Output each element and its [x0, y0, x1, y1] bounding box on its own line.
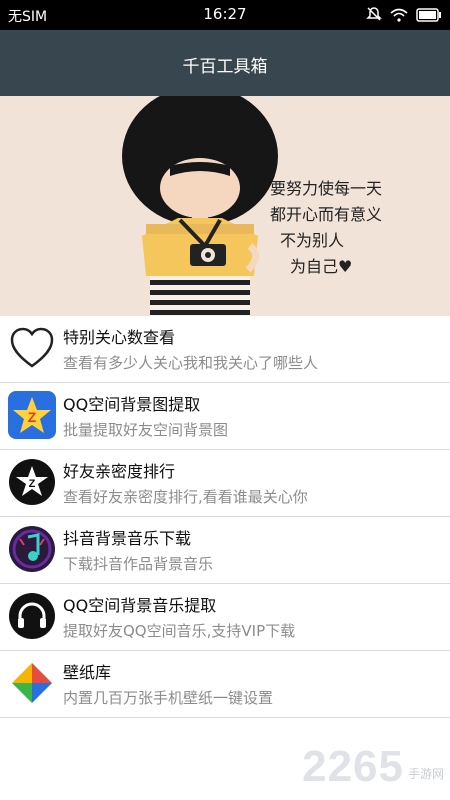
page-title: 千百工具箱	[182, 57, 268, 77]
banner-image[interactable]: 要努力使每一天 都开心而有意义 不为别人 为自己♥	[0, 96, 450, 316]
banner-line: 不为别人	[280, 231, 345, 250]
headphones-icon	[8, 592, 56, 640]
app-bar: 千百工具箱	[0, 30, 450, 96]
list-item-qzone-music[interactable]: QQ空间背景音乐提取 提取好友QQ空间音乐,支持VIP下载	[0, 584, 450, 651]
heart-outline-icon	[8, 324, 56, 372]
list-item-special-care[interactable]: 特别关心数查看 查看有多少人关心我和我关心了哪些人	[0, 316, 450, 383]
mute-icon	[366, 6, 382, 26]
list-item-title: QQ空间背景图提取	[63, 395, 201, 414]
list-item-subtitle: 提取好友QQ空间音乐,支持VIP下载	[63, 622, 296, 640]
status-icons	[366, 6, 442, 26]
list-item-title: 壁纸库	[63, 663, 112, 682]
list-item-wallpaper-library[interactable]: 壁纸库 内置几百万张手机壁纸一键设置	[0, 651, 450, 718]
watermark-number: 2265	[302, 742, 404, 791]
music-note-icon	[8, 525, 56, 573]
list-item-subtitle: 内置几百万张手机壁纸一键设置	[63, 689, 274, 707]
svg-text:Z: Z	[28, 409, 37, 425]
site-watermark: 2265 手游网	[302, 742, 444, 792]
watermark-text: 手游网	[407, 767, 444, 781]
girl-illustration	[0, 96, 450, 316]
battery-icon	[416, 7, 442, 26]
list-item-intimacy-ranking[interactable]: Z 好友亲密度排行 查看好友亲密度排行,看看谁最关心你	[0, 450, 450, 517]
wifi-icon	[390, 7, 408, 26]
banner-text: 要努力使每一天 都开心而有意义 不为别人 为自己♥	[270, 176, 382, 280]
friends-star-icon: Z	[8, 458, 56, 506]
qzone-star-icon: Z	[8, 391, 56, 439]
list-item-title: 抖音背景音乐下载	[63, 529, 192, 548]
status-bar: 无SIM 16:27	[0, 0, 450, 30]
list-item-qzone-background[interactable]: Z QQ空间背景图提取 批量提取好友空间背景图	[0, 383, 450, 450]
list-item-title: QQ空间背景音乐提取	[63, 596, 217, 615]
list-item-douyin-music[interactable]: 抖音背景音乐下载 下载抖音作品背景音乐	[0, 517, 450, 584]
list-item-subtitle: 批量提取好友空间背景图	[63, 421, 229, 439]
wallpaper-icon	[8, 659, 56, 707]
banner-line: 为自己♥	[290, 257, 353, 276]
list-item-title: 特别关心数查看	[63, 328, 176, 347]
banner-line: 都开心而有意义	[270, 205, 383, 224]
banner-line: 要努力使每一天	[270, 179, 383, 198]
list-item-subtitle: 下载抖音作品背景音乐	[63, 555, 214, 573]
list-item-subtitle: 查看好友亲密度排行,看看谁最关心你	[63, 488, 308, 506]
svg-text:Z: Z	[29, 478, 36, 490]
tool-list: 特别关心数查看 查看有多少人关心我和我关心了哪些人 Z QQ空间背景图提取 批量…	[0, 316, 450, 718]
list-item-title: 好友亲密度排行	[63, 462, 176, 481]
list-item-subtitle: 查看有多少人关心我和我关心了哪些人	[63, 354, 319, 372]
